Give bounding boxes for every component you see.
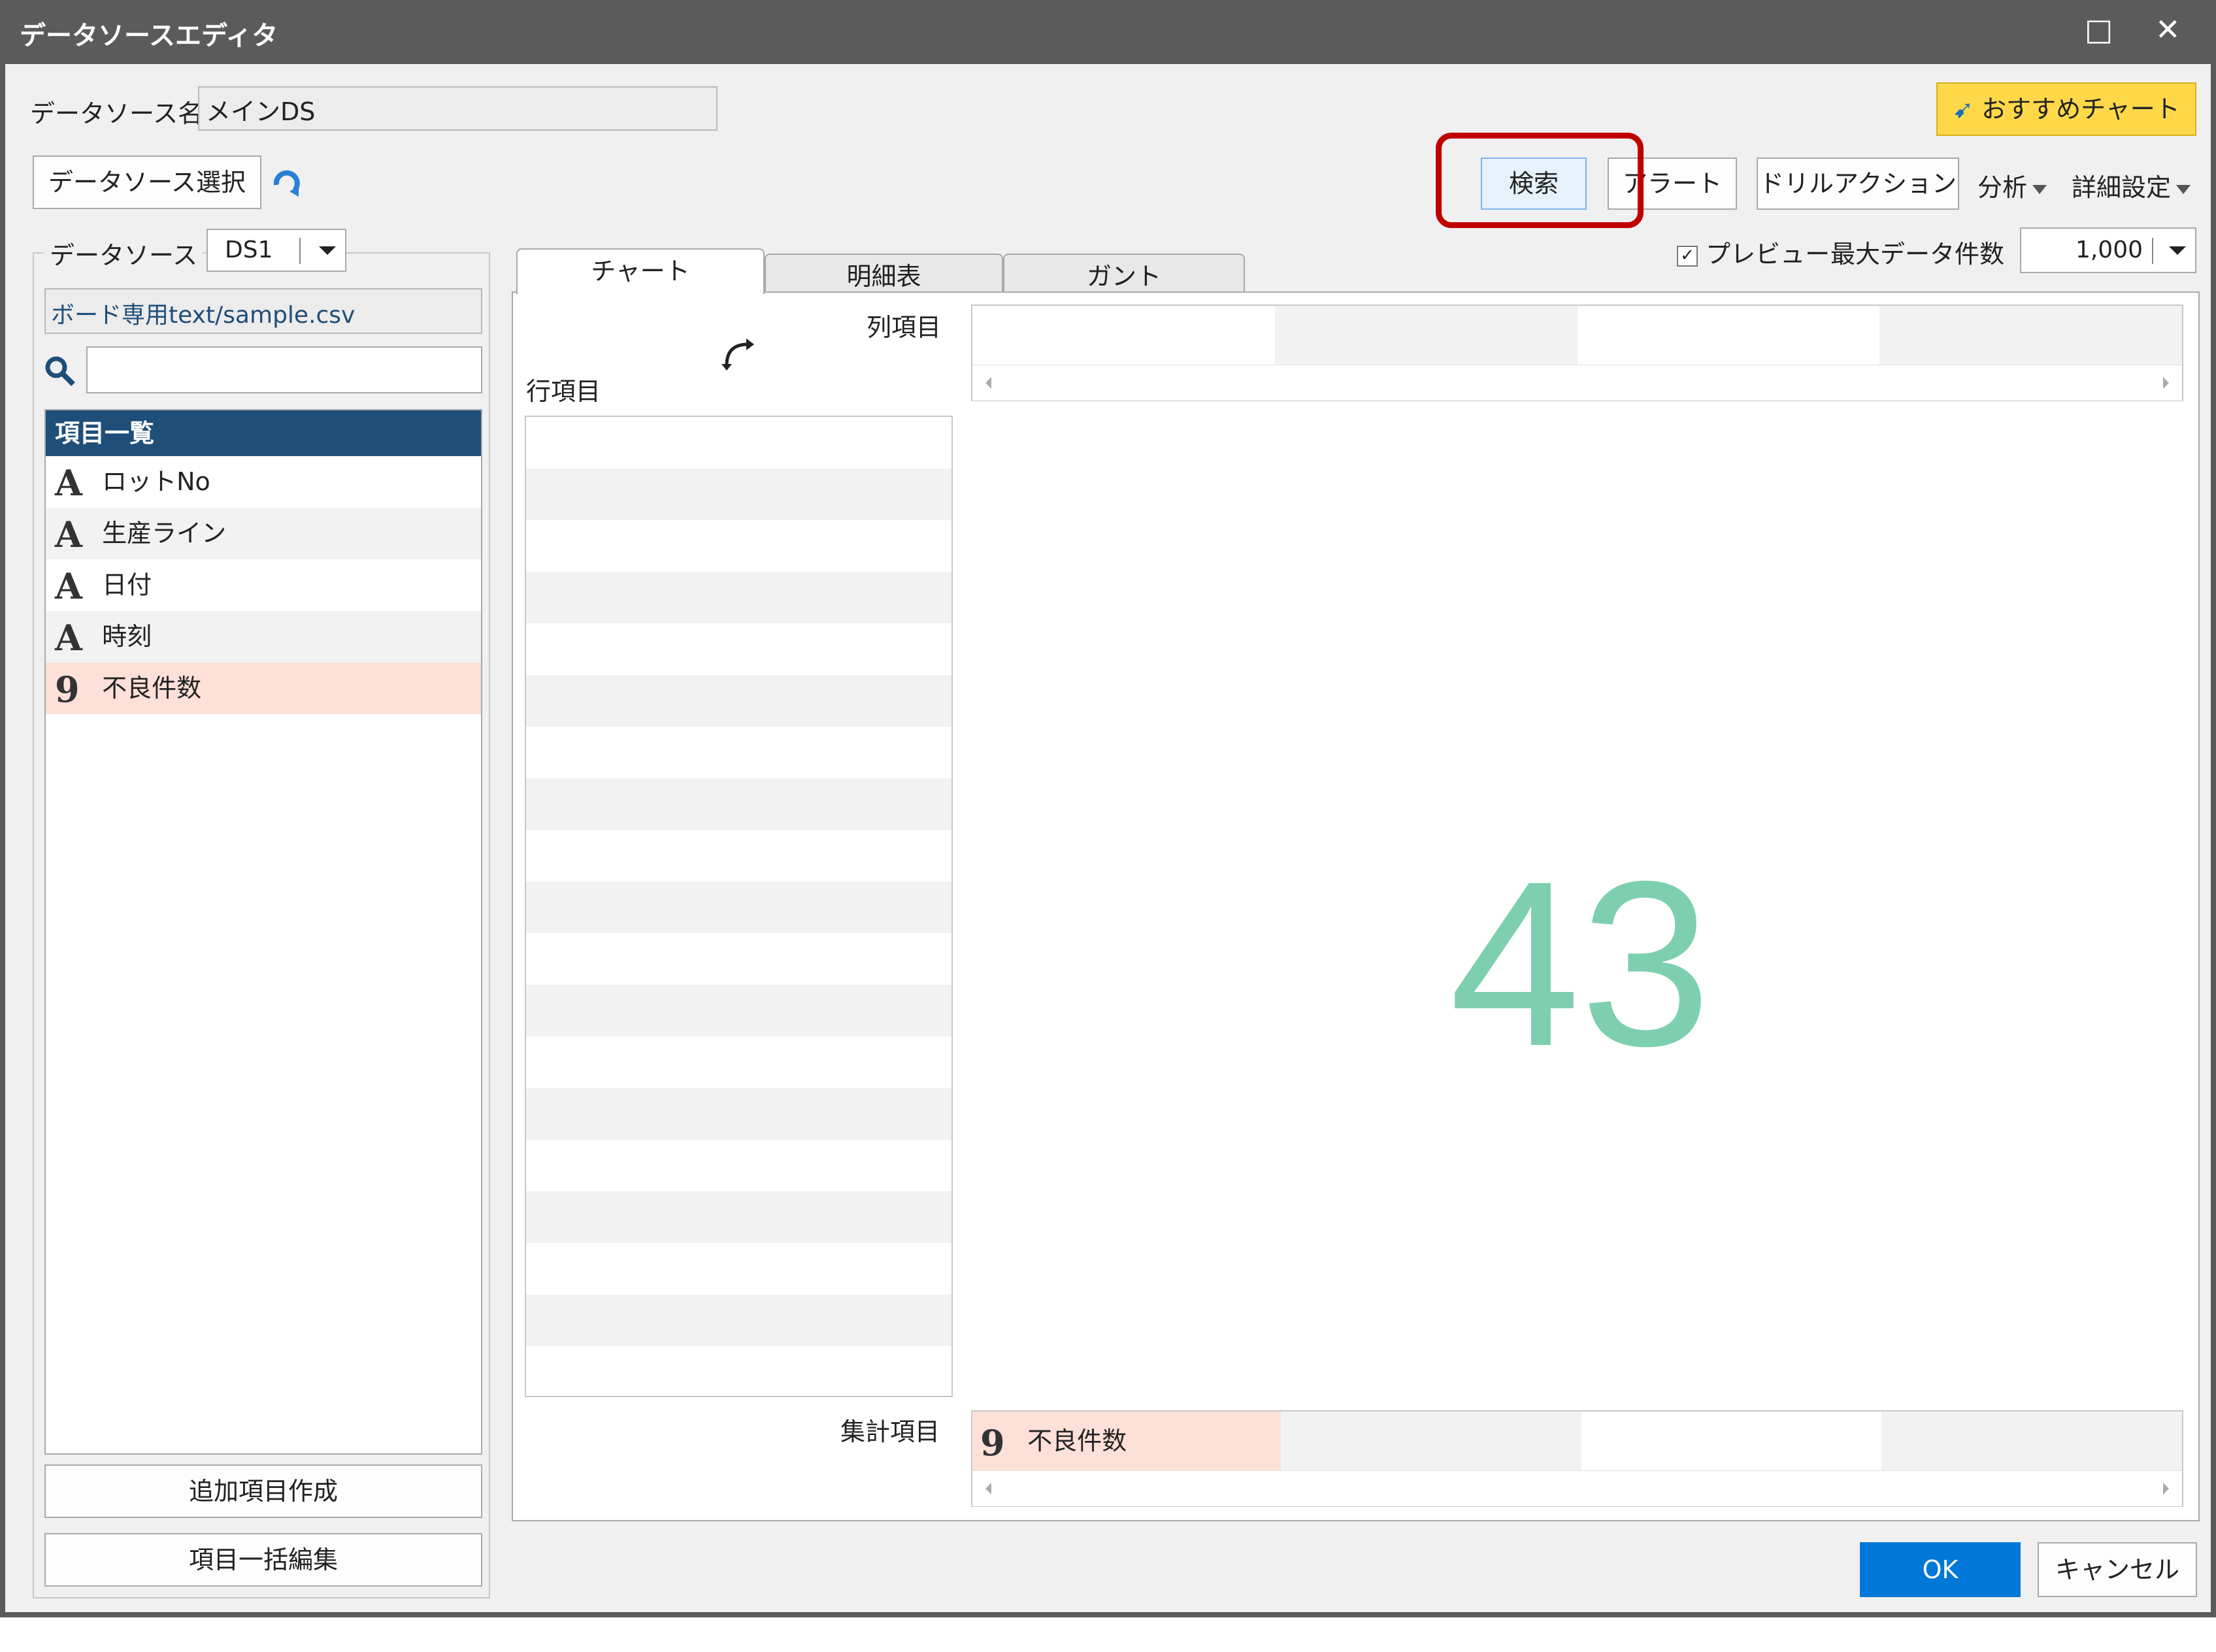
max-rows-value: 1,000 [2075, 237, 2143, 263]
chart-value: 43 [1449, 833, 1712, 1095]
field-item-label: 生産ライン [102, 519, 227, 548]
preview-checkbox[interactable]: ✓ プレビュー [1677, 234, 1830, 270]
search-icon [43, 354, 77, 388]
tab-gantt[interactable]: ガント [1003, 254, 1245, 293]
recommend-chart-label: おすすめチャート [1981, 95, 2180, 124]
text-type-icon: A [55, 514, 82, 555]
pin-icon: ➹ [1953, 95, 1974, 124]
bulk-edit-button[interactable]: 項目一括編集 [44, 1533, 482, 1587]
tab-detail-table[interactable]: 明細表 [765, 254, 1003, 293]
checkbox-checked-icon: ✓ [1677, 245, 1698, 267]
datasource-group-label: データソース [44, 235, 203, 271]
text-type-icon: A [55, 617, 82, 659]
field-item[interactable]: A 生産ライン [46, 508, 481, 559]
aggregate-items-dropzone[interactable]: 9 不良件数 [971, 1410, 2183, 1507]
field-item[interactable]: A 日付 [46, 559, 481, 611]
detail-settings-label: 詳細設定 [2072, 173, 2172, 202]
chevron-down-icon [2176, 184, 2191, 194]
text-type-icon: A [55, 462, 82, 504]
refresh-icon[interactable] [270, 165, 304, 199]
field-list: 項目一覧 A ロットNo A 生産ライン A 日付 A 時刻 9 不良件数 [44, 409, 482, 1455]
select-datasource-button[interactable]: データソース選択 [33, 156, 261, 209]
numeric-type-icon: 9 [55, 669, 80, 710]
aggregate-items-label: 集計項目 [840, 1417, 940, 1446]
swap-axes-icon[interactable] [720, 335, 757, 372]
aggregate-field-label: 不良件数 [1027, 1427, 1127, 1455]
column-items-scrollbar[interactable] [972, 365, 2182, 401]
max-rows-select[interactable]: 1,000 [2020, 227, 2196, 273]
field-item[interactable]: A 時刻 [46, 611, 481, 663]
analysis-menu[interactable]: 分析 [1977, 167, 2047, 203]
chevron-down-icon [2032, 184, 2047, 194]
aggregate-items-scrollbar[interactable] [972, 1470, 2182, 1506]
numeric-type-icon: 9 [980, 1421, 1005, 1464]
drill-action-button[interactable]: ドリルアクション [1757, 157, 1959, 210]
field-item[interactable]: A ロットNo [46, 456, 481, 508]
column-items-label: 列項目 [867, 313, 942, 342]
datasource-name-label: データソース名 [30, 99, 203, 128]
chevron-down-icon [319, 246, 336, 255]
window-title: データソースエディタ [20, 21, 278, 51]
row-items-dropzone[interactable] [525, 416, 953, 1397]
text-type-icon: A [55, 565, 82, 607]
column-items-dropzone[interactable] [971, 305, 2183, 401]
cancel-button[interactable]: キャンセル [2038, 1542, 2197, 1597]
datasource-file-path: ボード専用text/sample.csv [44, 288, 482, 334]
row-items-label: 行項目 [526, 377, 601, 406]
recommend-chart-button[interactable]: ➹ おすすめチャート [1936, 82, 2196, 136]
analysis-label: 分析 [1977, 173, 2028, 202]
field-search-input[interactable] [86, 346, 482, 393]
highlight-frame [1436, 133, 1644, 228]
close-icon[interactable]: ✕ [2155, 12, 2181, 47]
datasource-editor-window: データソースエディタ □ ✕ データソース名 メインDS ➹ おすすめチャート … [0, 0, 2216, 1617]
preview-label: プレビュー [1706, 240, 1830, 269]
field-item-label: 日付 [102, 570, 152, 599]
ok-button[interactable]: OK [1860, 1542, 2021, 1597]
field-item[interactable]: 9 不良件数 [46, 663, 481, 714]
datasource-name-field[interactable]: メインDS [198, 86, 718, 131]
field-list-header: 項目一覧 [46, 410, 481, 456]
add-field-button[interactable]: 追加項目作成 [44, 1464, 482, 1518]
detail-settings-menu[interactable]: 詳細設定 [2072, 167, 2191, 203]
tab-chart[interactable]: チャート [516, 248, 765, 294]
field-item-label: 不良件数 [102, 674, 202, 702]
field-item-label: 時刻 [102, 622, 152, 651]
aggregate-field-chip[interactable]: 9 不良件数 [972, 1412, 1281, 1470]
datasource-select[interactable]: DS1 [207, 229, 346, 272]
title-bar: データソースエディタ □ ✕ [5, 5, 2211, 64]
field-item-label: ロットNo [102, 467, 210, 496]
chevron-down-icon [2169, 246, 2186, 255]
maximize-icon[interactable]: □ [2085, 12, 2113, 47]
column-items-strip [972, 306, 2182, 365]
datasource-select-value: DS1 [225, 237, 273, 263]
max-rows-label: 最大データ件数 [1830, 240, 2005, 269]
